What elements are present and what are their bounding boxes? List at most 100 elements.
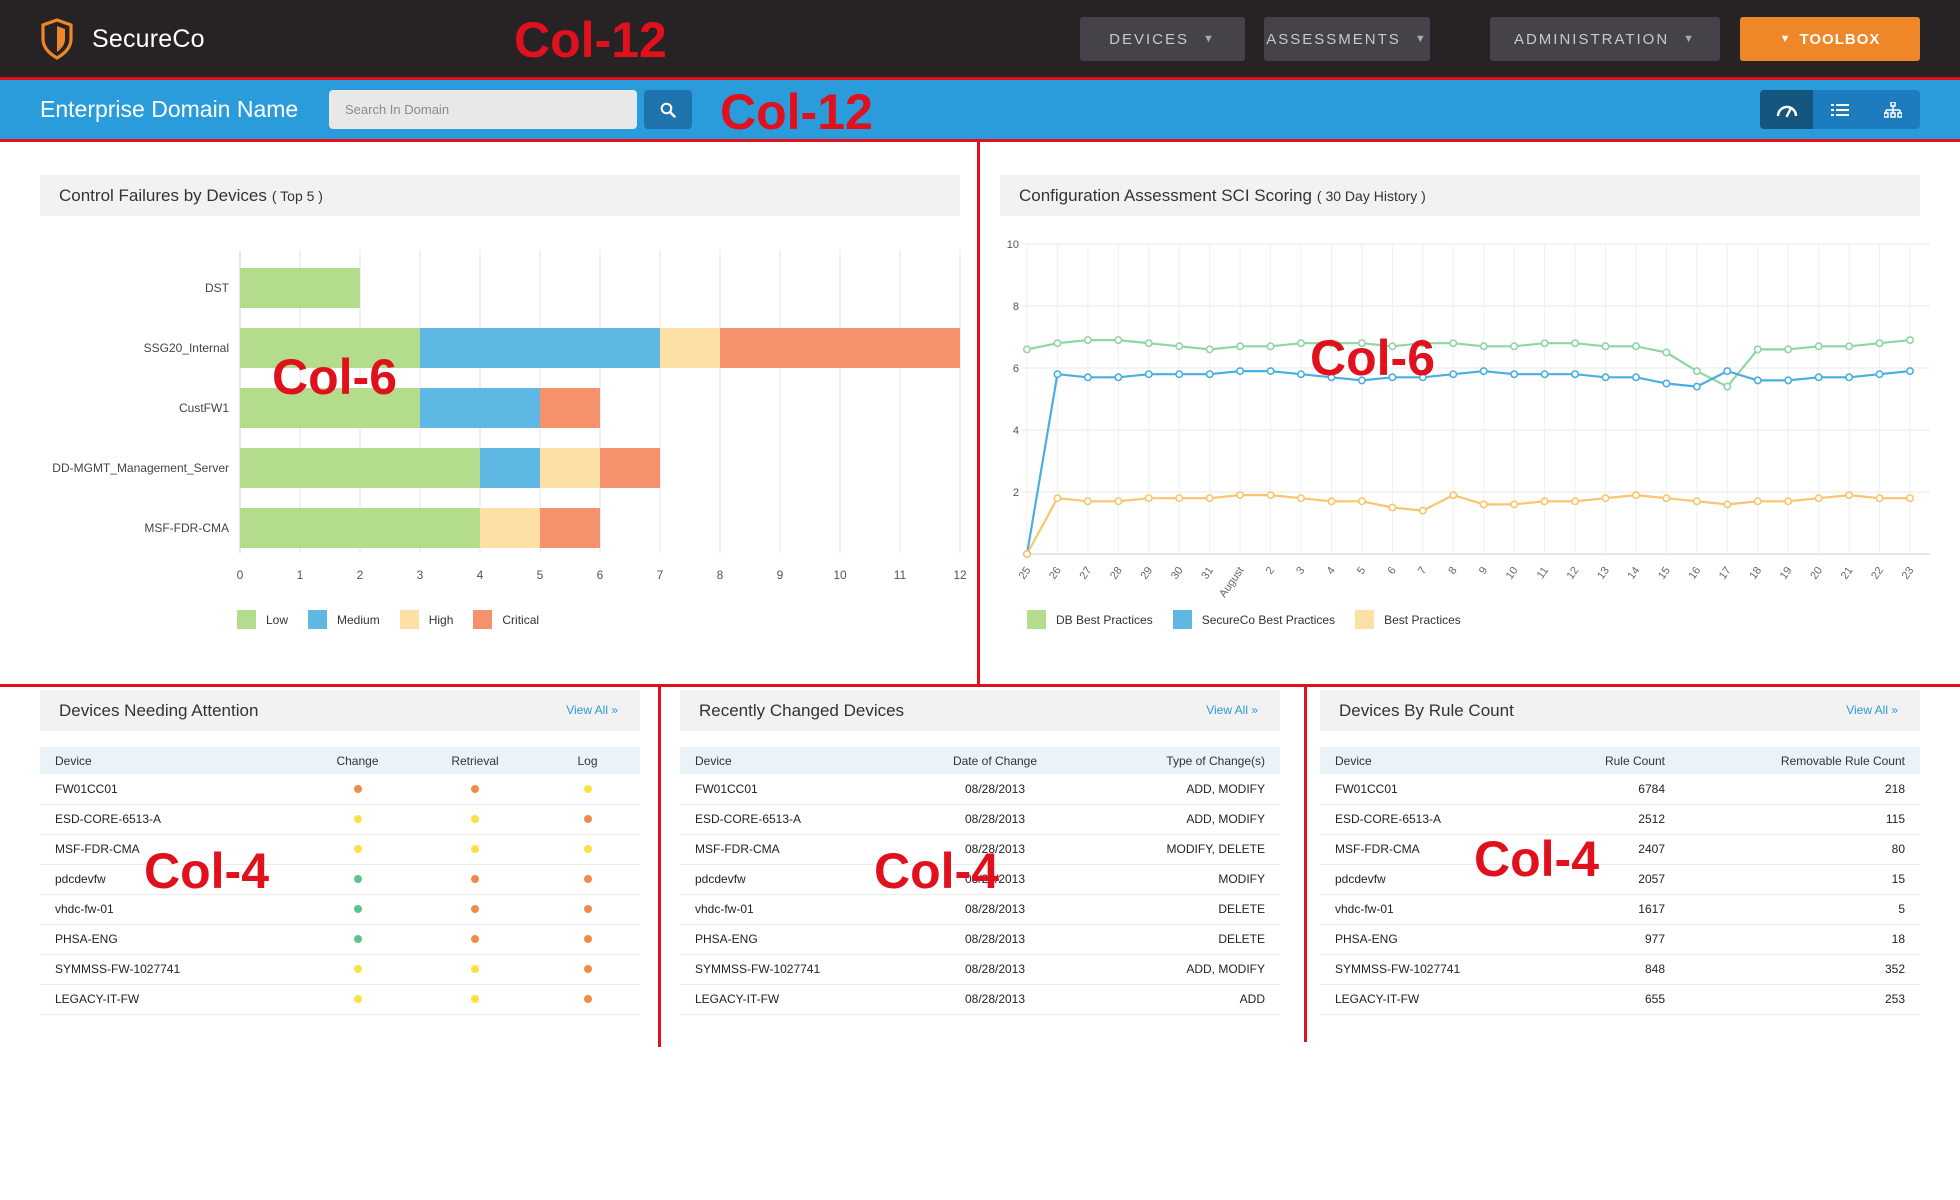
legend-item[interactable]: Medium [308,610,380,629]
data-point [1266,491,1275,500]
legend-item[interactable]: High [399,610,453,629]
table-row[interactable]: pdcdevfw 2057 15 [1320,864,1920,895]
change-status-dot [353,905,362,913]
table-row[interactable]: vhdc-fw-01 [40,894,640,925]
table-row[interactable]: ESD-CORE-6513-A 2512 115 [1320,804,1920,835]
brand[interactable]: SecureCo [40,16,205,62]
domain-search-input[interactable] [329,90,637,129]
search-button[interactable] [644,90,692,129]
table-row[interactable]: pdcdevfw [40,864,640,895]
attention-view-all-link[interactable]: View All » [566,703,618,717]
column-header-rule-count[interactable]: Rule Count [1550,747,1680,774]
data-point [1814,342,1823,351]
table-row[interactable]: LEGACY-IT-FW 655 253 [1320,984,1920,1015]
legend-item[interactable]: SecureCo Best Practices [1172,610,1335,629]
table-row[interactable]: vhdc-fw-01 1617 5 [1320,894,1920,925]
table-row[interactable]: FW01CC01 6784 218 [1320,774,1920,805]
dashboard-view-button[interactable] [1760,90,1814,129]
legend-item[interactable]: Critical [473,610,539,629]
date-of-change-cell: 08/28/2013 [910,804,1080,835]
table-row[interactable]: MSF-FDR-CMA [40,834,640,865]
table-row[interactable]: PHSA-ENG [40,924,640,955]
nav-assessments-button[interactable]: ASSESSMENTS ▼ [1264,17,1430,61]
bar-segment-high [540,448,600,488]
x-tick-label: 3 [417,568,424,582]
removable-rule-count-cell: 115 [1680,804,1920,835]
table-row[interactable]: ESD-CORE-6513-A [40,804,640,835]
data-point [1784,345,1793,354]
status-cell [415,924,535,955]
x-tick-label: 23 [1900,565,1917,582]
column-header-removable-rule-count[interactable]: Removable Rule Count [1680,747,1920,774]
x-tick-label: 4 [477,568,484,582]
rulecount-panel-title: Devices By Rule Count [1339,700,1514,720]
series-line [1026,494,1910,555]
log-status-dot [583,784,592,793]
x-tick-label: 16 [1686,565,1703,582]
table-row[interactable]: SYMMSS-FW-1027741 [40,954,640,985]
table-row[interactable]: FW01CC01 [40,774,640,805]
legend-item[interactable]: DB Best Practices [1027,610,1153,629]
toolbox-button[interactable]: ▼ TOOLBOX [1740,17,1920,61]
scoring-chart-legend: DB Best Practices SecureCo Best Practices… [1027,610,1481,629]
data-point [1723,382,1732,391]
data-point [1723,500,1732,509]
data-point [1266,367,1275,376]
grid-annotation-line [658,684,661,1047]
table-row[interactable]: LEGACY-IT-FW 08/28/2013 ADD [680,984,1280,1015]
nav-administration-button[interactable]: ADMINISTRATION ▼ [1490,17,1720,61]
data-point [1662,348,1671,357]
bar-segment-high [660,328,720,368]
table-row[interactable]: PHSA-ENG 977 18 [1320,924,1920,955]
sci-scoring-line-chart: 24681025 26 27 28 29 30 31 August 2 3 4 5 6 7 8 9 10 11 12… [1007,239,1930,600]
data-point [1601,373,1610,382]
rule-count-cell: 6784 [1550,774,1680,805]
hierarchy-view-button[interactable] [1867,90,1920,129]
legend-item[interactable]: Low [237,610,288,629]
x-tick-label: 9 [777,568,784,582]
bar-segment-medium [420,328,660,368]
data-point [1297,370,1306,379]
legend-item[interactable]: Best Practices [1355,610,1461,629]
table-row[interactable]: SYMMSS-FW-1027741 08/28/2013 ADD, MODIFY [680,954,1280,985]
view-toggle [1760,90,1920,129]
list-view-button[interactable] [1813,90,1866,129]
column-header-log[interactable]: Log [535,747,640,774]
x-tick-label: 2 [1264,565,1277,577]
failures-panel-title: Control Failures by Devices [59,185,267,205]
table-row[interactable]: FW01CC01 08/28/2013 ADD, MODIFY [680,774,1280,805]
table-row[interactable]: PHSA-ENG 08/28/2013 DELETE [680,924,1280,955]
column-header-change[interactable]: Change [300,747,415,774]
nav-devices-button[interactable]: DEVICES ▼ [1080,17,1245,61]
table-row[interactable]: SYMMSS-FW-1027741 848 352 [1320,954,1920,985]
x-tick-label: 1 [297,568,304,582]
x-tick-label: 6 [597,568,604,582]
column-header-retrieval[interactable]: Retrieval [415,747,535,774]
data-point [1144,494,1153,503]
data-point [1905,367,1914,376]
table-row[interactable]: LEGACY-IT-FW [40,984,640,1015]
bar-segment-high [480,508,540,548]
caret-down-icon: ▼ [1683,33,1697,45]
x-tick-label: 27 [1077,565,1094,582]
device-name-cell: PHSA-ENG [1320,924,1550,955]
type-of-change-cell: ADD, MODIFY [1080,804,1280,835]
data-point [1753,376,1762,385]
change-status-dot [353,784,362,793]
column-header-device[interactable]: Device [680,747,910,774]
column-header-type-of-change[interactable]: Type of Change(s) [1080,747,1280,774]
rulecount-view-all-link[interactable]: View All » [1846,703,1898,717]
data-point [1631,342,1640,351]
y-category-label: SSG20_Internal [144,341,229,355]
status-cell [535,834,640,865]
column-header-device[interactable]: Device [1320,747,1550,774]
table-row[interactable]: MSF-FDR-CMA 2407 80 [1320,834,1920,865]
x-tick-label: 10 [833,568,847,582]
changed-view-all-link[interactable]: View All » [1206,703,1258,717]
column-header-date-of-change[interactable]: Date of Change [910,747,1080,774]
data-point [1692,367,1701,376]
data-point [1479,500,1488,509]
table-row[interactable]: ESD-CORE-6513-A 08/28/2013 ADD, MODIFY [680,804,1280,835]
column-header-device[interactable]: Device [40,747,300,774]
removable-rule-count-cell: 253 [1680,984,1920,1015]
